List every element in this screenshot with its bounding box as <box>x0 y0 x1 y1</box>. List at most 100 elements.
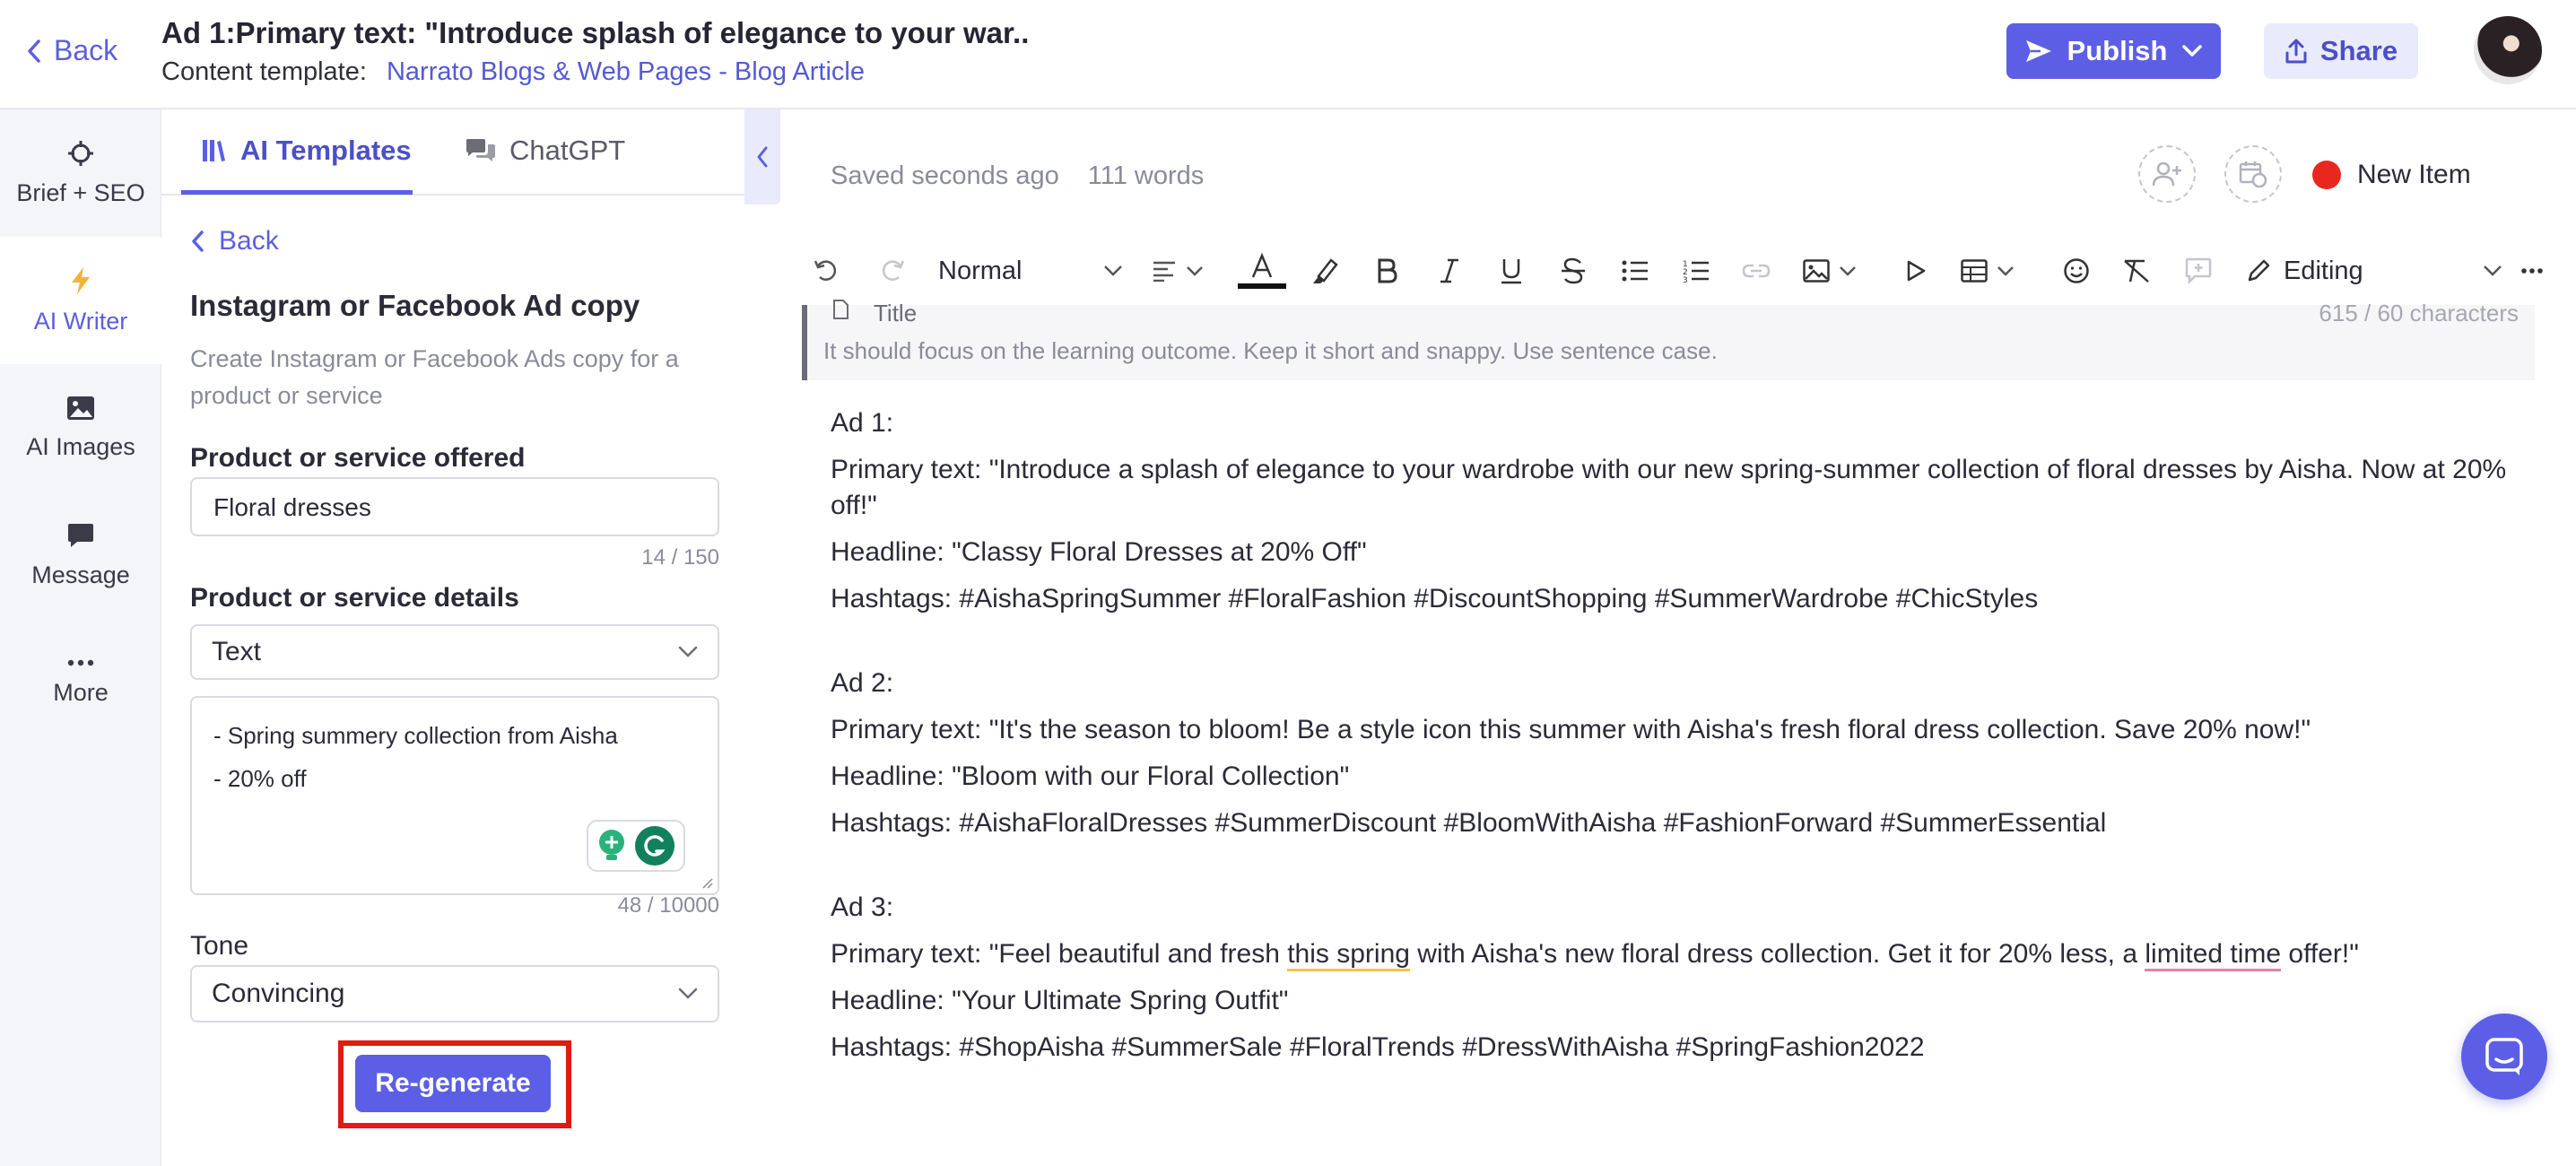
editor-area: Saved seconds ago 111 words New Item Nor… <box>780 109 2576 1166</box>
details-type-select[interactable]: Text <box>190 624 719 680</box>
library-icon <box>203 140 225 161</box>
support-chat-button[interactable] <box>2461 1014 2547 1100</box>
details-type-value: Text <box>212 637 262 666</box>
numbered-list-button[interactable]: 123 <box>1683 255 1710 287</box>
crosshair-icon <box>68 140 93 166</box>
tab-label: ChatGPT <box>509 135 626 166</box>
chevron-down-icon <box>678 646 698 657</box>
strikethrough-button[interactable] <box>1561 255 1586 287</box>
nav-label: Message <box>31 561 130 588</box>
align-select[interactable] <box>1152 255 1204 287</box>
table-button[interactable] <box>1961 255 2015 287</box>
status-label: New Item <box>2357 160 2471 189</box>
italic-icon <box>1440 258 1458 283</box>
italic-button[interactable] <box>1439 255 1460 287</box>
clear-format-button[interactable] <box>2122 255 2151 287</box>
chat-bubbles-icon <box>466 139 495 161</box>
item-status[interactable]: New Item <box>2312 160 2471 190</box>
grammar-widget[interactable] <box>587 820 685 872</box>
svg-text:3: 3 <box>1683 276 1688 283</box>
undo-button[interactable] <box>813 255 840 287</box>
ad-heading: Ad 3: <box>831 892 894 922</box>
word-count: 111 words <box>1087 161 1205 190</box>
panel-back-link[interactable]: Back <box>190 226 279 257</box>
emoji-button[interactable] <box>2063 255 2090 287</box>
more-options-button[interactable] <box>2520 255 2544 287</box>
editor-toolbar: Normal 123 Editing <box>780 244 2576 298</box>
tone-select[interactable]: Convincing <box>190 965 719 1022</box>
ai-template-panel: AI Templates ChatGPT Back Instagram or F… <box>161 109 744 1166</box>
ad-primary-text: Primary text: "Introduce a splash of ele… <box>831 455 2507 520</box>
left-nav: Brief + SEO AI Writer AI Images Message … <box>0 109 161 1166</box>
table-icon <box>1961 259 1988 283</box>
title-field-hint: Title 615 / 60 characters It should focu… <box>802 300 2535 380</box>
share-button[interactable]: Share <box>2264 23 2418 79</box>
ad-headline: Headline: "Your Ultimate Spring Outfit" <box>831 986 1289 1015</box>
back-link[interactable]: Back <box>25 34 117 67</box>
suggestion-underline[interactable]: this spring <box>1287 939 1410 971</box>
regenerate-button[interactable]: Re-generate <box>355 1055 551 1112</box>
text-segment: with Aisha's new floral dress collection… <box>1409 939 2145 969</box>
text-color-icon <box>1238 252 1286 289</box>
pencil-icon <box>2248 259 2270 282</box>
clear-format-icon <box>2124 259 2149 283</box>
editing-mode-select[interactable]: Editing <box>2246 255 2502 287</box>
highlight-button[interactable] <box>1310 255 1340 287</box>
redo-button[interactable] <box>879 255 906 287</box>
assign-user-button[interactable] <box>2138 145 2196 203</box>
status-dot <box>2312 161 2341 189</box>
resize-handle-icon[interactable] <box>700 875 714 890</box>
editor-content[interactable]: Ad 1: Primary text: "Introduce a splash … <box>831 405 2526 1076</box>
style-value: Normal <box>938 256 1023 285</box>
saved-status: Saved seconds ago <box>831 161 1059 190</box>
product-counter: 14 / 150 <box>641 545 719 570</box>
details-counter: 48 / 10000 <box>617 893 719 918</box>
share-label: Share <box>2319 35 2398 66</box>
tab-ai-templates[interactable]: AI Templates <box>201 135 412 167</box>
schedule-button[interactable] <box>2224 145 2282 203</box>
comment-button[interactable] <box>2185 255 2212 287</box>
product-input[interactable]: Floral dresses <box>190 477 719 536</box>
ad-hashtags: Hashtags: #AishaSpringSummer #FloralFash… <box>831 584 2039 613</box>
bold-button[interactable] <box>1376 255 1397 287</box>
avatar[interactable] <box>2474 16 2542 84</box>
chevron-down-icon <box>2484 265 2502 276</box>
collapse-panel-toggle[interactable] <box>744 109 780 204</box>
send-icon <box>2025 40 2051 62</box>
nav-item-message[interactable]: Message <box>0 492 161 619</box>
document-icon <box>833 300 849 319</box>
suggestion-underline[interactable]: limited time <box>2145 939 2282 971</box>
redo-icon <box>882 260 905 281</box>
chevron-left-icon <box>757 146 768 168</box>
add-user-icon <box>2152 161 2181 187</box>
bullet-list-button[interactable] <box>1622 255 1649 287</box>
link-button[interactable] <box>1742 255 1771 287</box>
nav-item-more[interactable]: More <box>0 619 161 746</box>
template-link[interactable]: Narrato Blogs & Web Pages - Blog Article <box>387 57 865 86</box>
nav-item-ai-images[interactable]: AI Images <box>0 364 161 492</box>
ad-primary-text: Primary text: "Feel beautiful and fresh … <box>831 936 2526 972</box>
message-icon <box>68 523 93 547</box>
nav-item-brief-seo[interactable]: Brief + SEO <box>0 109 161 237</box>
video-button[interactable] <box>1905 255 1927 287</box>
details-label: Product or service details <box>190 583 519 613</box>
tab-chatgpt[interactable]: ChatGPT <box>465 135 625 167</box>
underline-button[interactable] <box>1500 255 1523 287</box>
top-header: Back Ad 1:Primary text: "Introduce splas… <box>0 0 2576 109</box>
details-line: - 20% off <box>213 765 307 792</box>
bullet-list-icon <box>1622 260 1648 282</box>
calendar-clock-icon <box>2239 161 2267 188</box>
link-icon <box>1742 264 1771 278</box>
mode-value: Editing <box>2284 256 2363 285</box>
document-title: Ad 1:Primary text: "Introduce splash of … <box>161 16 1030 49</box>
text-color-button[interactable] <box>1238 252 1286 289</box>
play-icon <box>1907 260 1926 282</box>
paragraph-style-select[interactable]: Normal <box>938 255 1123 287</box>
nav-item-ai-writer[interactable]: AI Writer <box>0 237 161 364</box>
text-segment: offer!" <box>2281 939 2359 969</box>
publish-button[interactable]: Publish <box>2006 23 2221 79</box>
chat-icon <box>2485 1038 2523 1075</box>
details-textarea[interactable]: - Spring summery collection from Aisha -… <box>190 696 719 895</box>
details-line: - Spring summery collection from Aisha <box>213 722 618 749</box>
image-insert-button[interactable] <box>1803 255 1857 287</box>
